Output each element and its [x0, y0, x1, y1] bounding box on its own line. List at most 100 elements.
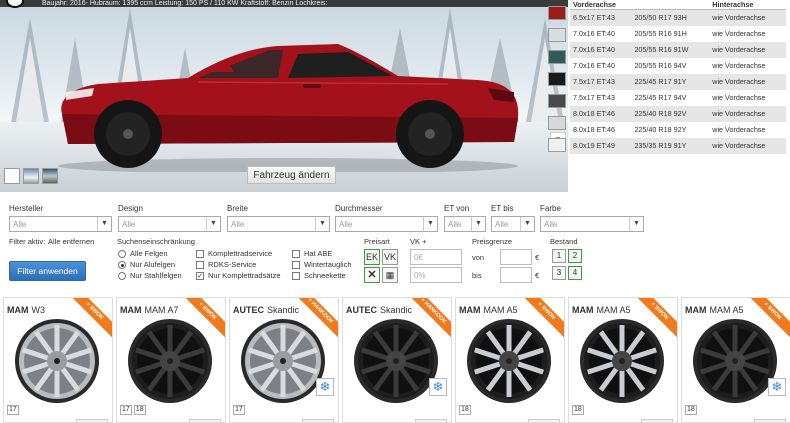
tire-size-cell: 225/45 R17 91Y [631, 73, 710, 90]
size-badges: 17 [7, 405, 19, 415]
restriction-radio[interactable] [118, 272, 126, 280]
wheel-image[interactable] [466, 318, 552, 406]
size-table-row[interactable]: 7.5x17 ET:43 225/45 R17 91Y wie Vorderachs… [570, 73, 786, 90]
price-from-input[interactable] [500, 249, 532, 265]
product-title[interactable]: AUTEC Skandic [233, 305, 299, 315]
color-swatch[interactable] [548, 28, 566, 42]
size-badge[interactable]: 18 [459, 405, 471, 415]
price-to-input[interactable] [500, 267, 532, 283]
size-table-row[interactable]: 8.0x18 ET:46 225/40 R18 92Y wie Vorderachs… [570, 122, 786, 138]
card-action-button[interactable] [641, 419, 673, 422]
product-title[interactable]: MAM MAM A5 [459, 305, 518, 315]
product-title[interactable]: AUTEC Skandic [346, 305, 412, 315]
thumbnail-mountain-scene[interactable] [42, 168, 58, 184]
wheel-image[interactable] [127, 318, 213, 406]
size-table-row[interactable]: 8.0x19 ET:49 235/35 R19 91Y wie Vorderachs… [570, 137, 786, 154]
wheel-image[interactable] [240, 318, 326, 406]
card-action-button[interactable] [76, 419, 108, 422]
hersteller-value: Alle [13, 220, 27, 229]
rear-axle-cell: wie Vorderachse [712, 61, 766, 70]
restriction-option-label: Nur Alufelgen [130, 260, 176, 269]
color-swatch[interactable] [548, 94, 566, 108]
currency-symbol-to: € [535, 271, 540, 280]
ek-button[interactable]: EK [364, 249, 380, 265]
tire-size-cell: 225/45 R17 94V [634, 93, 687, 102]
apply-filter-button[interactable]: Filter anwenden [9, 261, 86, 281]
color-swatch[interactable] [548, 6, 566, 20]
stock-4-button[interactable]: 4 [568, 266, 582, 280]
color-swatch[interactable] [548, 50, 566, 64]
change-vehicle-button[interactable]: Fahrzeug ändern [247, 166, 336, 184]
farbe-select[interactable]: Alle ▼ [540, 216, 644, 232]
stock-2-button[interactable]: 2 [568, 249, 582, 263]
hersteller-select[interactable]: Alle ▼ [9, 216, 112, 232]
card-action-button[interactable] [189, 419, 221, 422]
stock-1-button[interactable]: 1 [552, 249, 566, 263]
product-title[interactable]: MAM W3 [7, 305, 45, 315]
size-badges: 17 [233, 405, 245, 415]
size-badge[interactable]: 17 [120, 405, 132, 415]
card-action-button[interactable] [754, 419, 786, 422]
wheel-image[interactable] [353, 318, 439, 406]
size-badge[interactable]: 18 [572, 405, 584, 415]
stock-3-button[interactable]: 3 [552, 266, 566, 280]
vk-plus-percent-input[interactable]: 0% [410, 267, 462, 283]
product-card[interactable]: AUTEC Skandic + HANKOOK ❄ [342, 297, 452, 423]
service-checkbox[interactable] [196, 261, 204, 269]
service-checkbox[interactable]: ✓ [196, 272, 204, 280]
color-swatch[interactable] [548, 72, 566, 86]
durchmesser-select[interactable]: Alle ▼ [335, 216, 438, 232]
card-action-button[interactable] [528, 419, 560, 422]
restriction-radio[interactable] [118, 261, 126, 269]
wheel-image[interactable] [692, 318, 778, 406]
service-option-label: RDKS-Service [208, 260, 257, 269]
property-checkbox[interactable] [292, 261, 300, 269]
restriction-radio[interactable] [118, 250, 126, 258]
et-bis-select[interactable]: Alle ▼ [491, 216, 535, 232]
service-checkbox[interactable] [196, 250, 204, 258]
tire-size-cell: 205/55 R16 91W [631, 41, 710, 58]
card-action-button[interactable] [415, 419, 447, 422]
breite-select[interactable]: Alle ▼ [227, 216, 330, 232]
product-title[interactable]: MAM MAM A5 [572, 305, 631, 315]
size-badge[interactable]: 18 [685, 405, 697, 415]
size-table-row[interactable]: 8.0x18 ET:46 225/40 R18 92V wie Vorderachs… [570, 105, 786, 122]
wheel-image[interactable] [579, 318, 665, 406]
header-front-axle: Vorderachse [570, 0, 710, 10]
size-badge[interactable]: 17 [7, 405, 19, 415]
property-checkbox[interactable] [292, 250, 300, 258]
product-title[interactable]: MAM MAM A5 [685, 305, 744, 315]
product-card[interactable]: MAM MAM A5 + SWON ❄ 18 [681, 297, 790, 423]
product-card[interactable]: MAM MAM A5 + SWON 18 [568, 297, 678, 423]
design-select[interactable]: Alle ▼ [118, 216, 221, 232]
close-icon[interactable]: ✕ [364, 267, 380, 283]
product-title[interactable]: MAM MAM A7 [120, 305, 179, 315]
color-swatch[interactable] [548, 138, 566, 152]
color-swatch[interactable] [548, 116, 566, 130]
property-checkbox[interactable] [292, 272, 300, 280]
remove-all-filters-link[interactable]: Alle entfernen [48, 237, 94, 246]
thumbnail-winter-scene[interactable] [23, 168, 39, 184]
size-table-row[interactable]: 7.5x17 ET:43 225/45 R17 94V wie Vorderachs… [570, 90, 786, 106]
et-von-select[interactable]: Alle ▼ [444, 216, 486, 232]
et-von-value: Alle [448, 220, 462, 229]
product-card[interactable]: MAM MAM A7 + SWON 17 18 [116, 297, 226, 423]
size-badge[interactable]: 17 [233, 405, 245, 415]
size-table-row[interactable]: 6.5x17 ET:43 205/50 R17 93H wie Vorderachs… [570, 9, 786, 26]
vk-button[interactable]: VK [382, 249, 398, 265]
wheel-image[interactable] [14, 318, 100, 406]
thumbnail-empty[interactable] [4, 168, 20, 184]
product-model: MAM A5 [596, 305, 631, 315]
calculator-icon[interactable]: ▦ [382, 267, 398, 283]
property-option-label: Schneekette [304, 271, 346, 280]
vk-plus-amount-input[interactable]: 0€ [410, 249, 462, 265]
product-card[interactable]: MAM MAM A5 + SWON 18 [455, 297, 565, 423]
product-card[interactable]: AUTEC Skandic + HANKOOK ❄ 17 [229, 297, 339, 423]
size-table-row[interactable]: 7.0x16 ET:40 205/55 R16 91W wie Vorderachs… [570, 41, 786, 58]
rim-size-cell: 7.5x17 ET:43 [573, 93, 615, 102]
size-badge[interactable]: 18 [133, 405, 146, 415]
size-table-row[interactable]: 7.0x16 ET:40 205/55 R16 91H wie Vorderachs… [570, 26, 786, 42]
product-card[interactable]: MAM W3 + SWON 17 [3, 297, 113, 423]
size-table-row[interactable]: 7.0x16 ET:40 205/55 R16 94V wie Vorderachs… [570, 58, 786, 74]
card-action-button[interactable] [302, 419, 334, 422]
